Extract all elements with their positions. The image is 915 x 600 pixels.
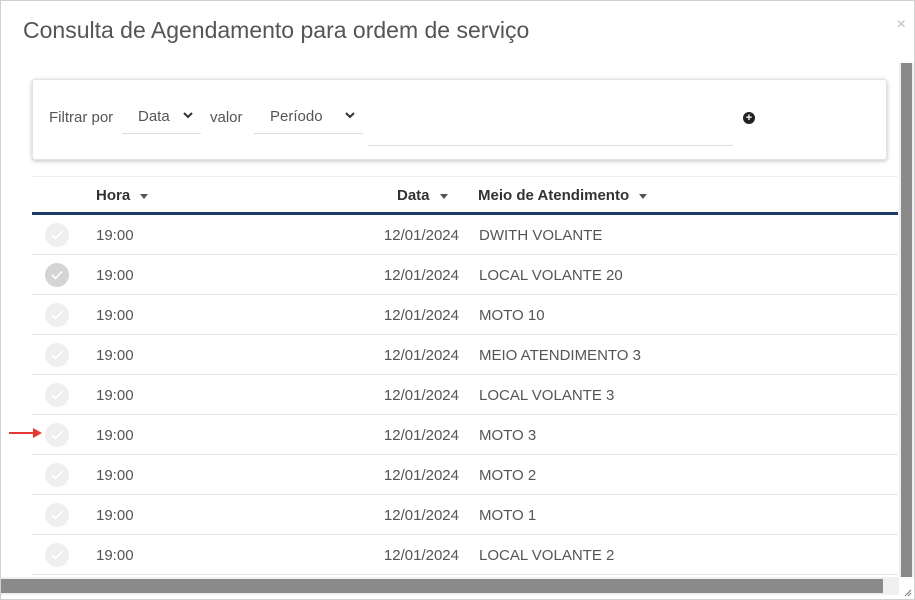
vertical-scrollbar[interactable] — [899, 63, 914, 577]
cell-meio: LOCAL VOLANTE 2 — [479, 547, 615, 564]
cell-meio: MOTO 3 — [479, 427, 537, 444]
table-row[interactable]: 19:00 12/01/2024 MOTO 3 — [32, 415, 898, 455]
chevron-down-icon — [345, 112, 355, 119]
table-row[interactable]: 19:00 12/01/2024 MOTO 2 — [32, 455, 898, 495]
row-select-check-icon[interactable] — [45, 463, 69, 487]
column-header-hora[interactable]: Hora — [96, 187, 149, 204]
table-header: Hora Data Meio de Atendimento — [32, 176, 898, 215]
row-select-check-icon[interactable] — [45, 503, 69, 527]
chevron-down-icon — [183, 112, 193, 119]
row-select-check-icon[interactable] — [45, 343, 69, 367]
cell-meio: LOCAL VOLANTE 20 — [479, 267, 623, 284]
cell-data: 12/01/2024 — [383, 267, 459, 284]
table-row[interactable]: 19:00 12/01/2024 MEIO ATENDIMENTO 3 — [32, 335, 898, 375]
cell-data: 12/01/2024 — [383, 387, 459, 404]
cell-hora: 19:00 — [96, 427, 134, 444]
cell-meio: LOCAL VOLANTE 3 — [479, 387, 615, 404]
cell-data: 12/01/2024 — [383, 347, 459, 364]
row-select-check-icon[interactable] — [45, 423, 69, 447]
filter-field-value: Data — [138, 108, 170, 125]
cell-data: 12/01/2024 — [383, 427, 459, 444]
value-label: valor — [210, 109, 243, 126]
schedule-table: Hora Data Meio de Atendimento 19:00 12/01… — [32, 176, 898, 581]
table-row[interactable]: 19:00 12/01/2024 MOTO 10 — [32, 295, 898, 335]
cell-meio: MOTO 10 — [479, 307, 545, 324]
table-row[interactable]: 19:00 12/01/2024 LOCAL VOLANTE 20 — [32, 255, 898, 295]
sort-caret-icon — [439, 193, 448, 199]
modal-title: Consulta de Agendamento para ordem de se… — [23, 17, 530, 43]
table-row[interactable]: 19:00 12/01/2024 LOCAL VOLANTE 3 — [32, 375, 898, 415]
cell-hora: 19:00 — [96, 387, 134, 404]
vertical-scroll-thumb[interactable] — [901, 63, 912, 577]
cell-hora: 19:00 — [96, 507, 134, 524]
filter-value-input[interactable] — [368, 110, 733, 146]
column-header-meio[interactable]: Meio de Atendimento — [478, 187, 648, 204]
table-row[interactable]: 19:00 12/01/2024 MOTO 1 — [32, 495, 898, 535]
table-row[interactable]: 19:00 12/01/2024 LOCAL VOLANTE 2 — [32, 535, 898, 575]
cell-hora: 19:00 — [96, 547, 134, 564]
red-arrow-icon — [9, 428, 42, 438]
cell-data: 12/01/2024 — [383, 227, 459, 244]
horizontal-scroll-thumb[interactable] — [1, 579, 883, 593]
sort-caret-icon — [140, 193, 149, 199]
cell-hora: 19:00 — [96, 227, 134, 244]
cell-data: 12/01/2024 — [383, 307, 459, 324]
filter-value-value: Período — [270, 108, 323, 125]
row-select-check-icon[interactable] — [45, 543, 69, 567]
close-icon[interactable]: × — [897, 17, 906, 33]
filter-panel: Filtrar por Data valor Período + — [32, 79, 887, 160]
column-header-data[interactable]: Data — [397, 187, 448, 204]
row-select-check-icon[interactable] — [45, 383, 69, 407]
table-row[interactable]: 19:00 12/01/2024 DWITH VOLANTE — [32, 215, 898, 255]
cell-meio: DWITH VOLANTE — [479, 227, 603, 244]
resize-grip-icon[interactable] — [902, 587, 912, 597]
cell-hora: 19:00 — [96, 267, 134, 284]
row-select-check-icon[interactable] — [45, 263, 69, 287]
cell-data: 12/01/2024 — [383, 467, 459, 484]
cell-hora: 19:00 — [96, 347, 134, 364]
filter-label: Filtrar por — [49, 109, 114, 126]
cell-hora: 19:00 — [96, 307, 134, 324]
schedule-modal: Consulta de Agendamento para ordem de se… — [0, 0, 915, 600]
cell-hora: 19:00 — [96, 467, 134, 484]
filter-value-select[interactable]: Período — [254, 100, 363, 134]
cell-meio: MOTO 2 — [479, 467, 537, 484]
cell-data: 12/01/2024 — [383, 507, 459, 524]
cell-meio: MOTO 1 — [479, 507, 537, 524]
row-select-check-icon[interactable] — [45, 223, 69, 247]
row-select-check-icon[interactable] — [45, 303, 69, 327]
cell-meio: MEIO ATENDIMENTO 3 — [479, 347, 641, 364]
filter-field-select[interactable]: Data — [122, 100, 201, 134]
horizontal-scrollbar[interactable] — [1, 577, 899, 595]
cell-data: 12/01/2024 — [383, 547, 459, 564]
plus-circle-icon[interactable]: + — [743, 112, 755, 124]
table-body: 19:00 12/01/2024 DWITH VOLANTE 19:00 12/01/2… — [32, 215, 898, 575]
sort-caret-icon — [639, 193, 648, 199]
